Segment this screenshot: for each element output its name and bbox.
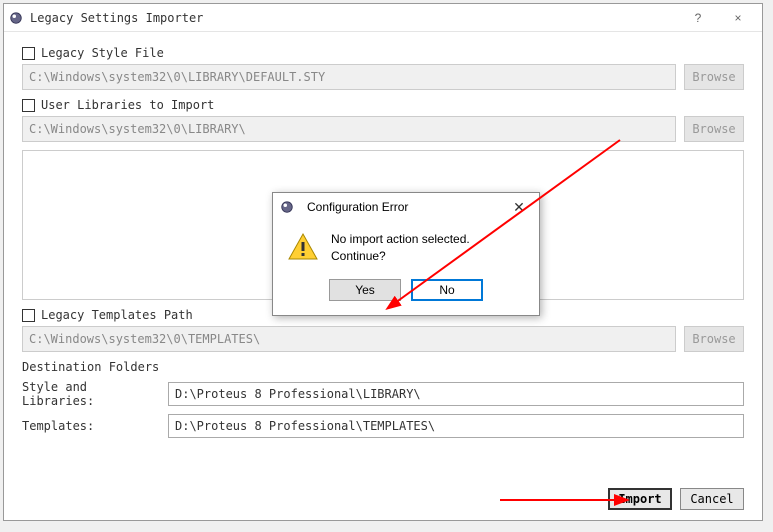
titlebar: Legacy Settings Importer ? × bbox=[4, 4, 762, 32]
close-button[interactable]: × bbox=[718, 4, 758, 32]
user-libs-header: User Libraries to Import bbox=[22, 98, 744, 112]
dialog-buttons: Import Cancel bbox=[608, 488, 744, 510]
legacy-style-browse: Browse bbox=[684, 64, 744, 90]
destination-header: Destination Folders bbox=[22, 360, 744, 374]
error-dialog: Configuration Error ✕ No import action s… bbox=[272, 192, 540, 316]
error-body: No import action selected. Continue? bbox=[273, 221, 539, 271]
error-titlebar: Configuration Error ✕ bbox=[273, 193, 539, 221]
warning-icon bbox=[287, 231, 319, 263]
legacy-style-path: C:\Windows\system32\0\LIBRARY\DEFAULT.ST… bbox=[22, 64, 676, 90]
help-button[interactable]: ? bbox=[678, 4, 718, 32]
templates-input[interactable] bbox=[168, 414, 744, 438]
error-line1: No import action selected. bbox=[331, 231, 470, 248]
error-line2: Continue? bbox=[331, 248, 470, 265]
destination-group: Destination Folders Style and Libraries:… bbox=[22, 360, 744, 438]
yes-button[interactable]: Yes bbox=[329, 279, 401, 301]
window-title: Legacy Settings Importer bbox=[30, 11, 678, 25]
legacy-style-label: Legacy Style File bbox=[41, 46, 164, 60]
legacy-style-header: Legacy Style File bbox=[22, 46, 744, 60]
error-text: No import action selected. Continue? bbox=[331, 231, 470, 265]
style-libs-input[interactable] bbox=[168, 382, 744, 406]
user-libs-checkbox[interactable] bbox=[22, 99, 35, 112]
legacy-templates-label: Legacy Templates Path bbox=[41, 308, 193, 322]
user-libs-browse: Browse bbox=[684, 116, 744, 142]
style-libs-label: Style and Libraries: bbox=[22, 380, 162, 408]
cancel-button[interactable]: Cancel bbox=[680, 488, 744, 510]
legacy-templates-path: C:\Windows\system32\0\TEMPLATES\ bbox=[22, 326, 676, 352]
no-button[interactable]: No bbox=[411, 279, 483, 301]
error-buttons: Yes No bbox=[273, 271, 539, 315]
legacy-style-checkbox[interactable] bbox=[22, 47, 35, 60]
error-close-button[interactable]: ✕ bbox=[505, 195, 533, 219]
error-app-icon bbox=[279, 199, 295, 215]
import-button[interactable]: Import bbox=[608, 488, 672, 510]
app-icon bbox=[8, 10, 24, 26]
user-libs-label: User Libraries to Import bbox=[41, 98, 214, 112]
error-title: Configuration Error bbox=[307, 200, 505, 214]
user-libs-path: C:\Windows\system32\0\LIBRARY\ bbox=[22, 116, 676, 142]
legacy-templates-checkbox[interactable] bbox=[22, 309, 35, 322]
legacy-templates-browse: Browse bbox=[684, 326, 744, 352]
templates-label: Templates: bbox=[22, 419, 162, 433]
